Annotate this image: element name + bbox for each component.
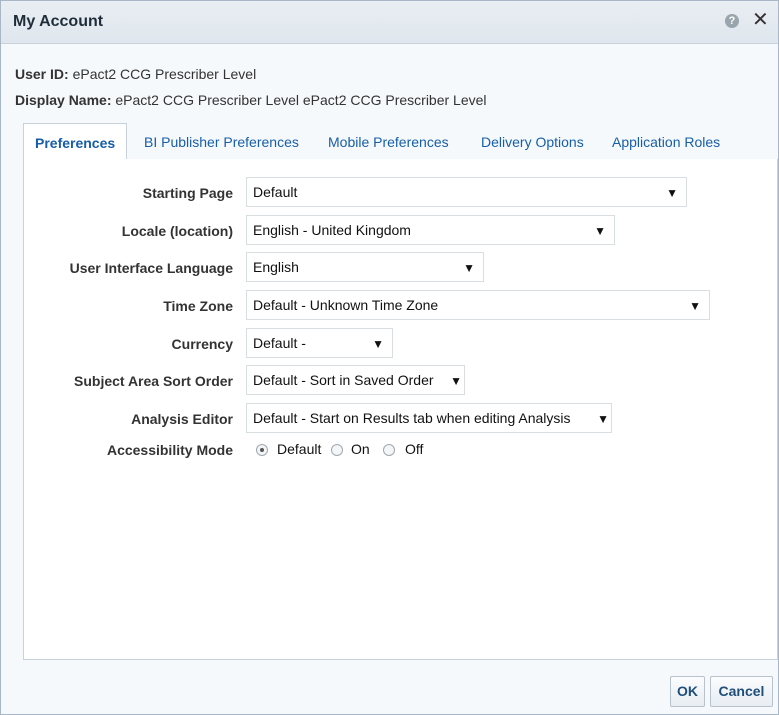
- help-icon[interactable]: ?: [725, 14, 739, 28]
- user-id-value: ePact2 CCG Prescriber Level: [72, 66, 257, 82]
- caret-down-icon: ▼: [463, 261, 475, 275]
- my-account-dialog: My Account ? ✕ User ID: ePact2 CCG Presc…: [0, 0, 779, 715]
- ui-language-select[interactable]: English ▼: [246, 252, 484, 282]
- caret-down-icon: ▼: [597, 412, 609, 426]
- tab-mobile-preferences[interactable]: Mobile Preferences: [328, 123, 449, 158]
- locale-value: English - United Kingdom: [253, 222, 411, 238]
- radio-default-label: Default: [277, 441, 322, 457]
- close-icon[interactable]: ✕: [752, 10, 769, 30]
- caret-down-icon: ▼: [666, 186, 678, 200]
- dialog-title: My Account: [13, 13, 104, 30]
- radio-off-label: Off: [405, 441, 424, 457]
- cancel-button[interactable]: Cancel: [710, 676, 773, 707]
- starting-page-select[interactable]: Default ▼: [246, 177, 687, 207]
- analysis-editor-select[interactable]: Default - Start on Results tab when edit…: [246, 403, 612, 433]
- locale-select[interactable]: English - United Kingdom ▼: [246, 215, 615, 245]
- accessibility-label: Accessibility Mode: [106, 442, 233, 458]
- tab-bar: Preferences BI Publisher Preferences Mob…: [23, 123, 777, 160]
- caret-down-icon: ▼: [594, 224, 606, 238]
- time-zone-label: Time Zone: [163, 298, 233, 314]
- locale-label: Locale (location): [121, 223, 233, 239]
- display-name-label: Display Name:: [15, 92, 112, 108]
- currency-select[interactable]: Default - ▼: [246, 328, 393, 358]
- dialog-titlebar: My Account ? ✕: [1, 1, 778, 44]
- caret-down-icon: ▼: [689, 299, 701, 313]
- ui-language-value: English: [253, 259, 299, 275]
- currency-label: Currency: [171, 336, 233, 352]
- radio-on[interactable]: [331, 444, 343, 456]
- user-id-label: User ID:: [15, 66, 69, 82]
- ui-language-label: User Interface Language: [69, 260, 233, 276]
- caret-down-icon: ▼: [450, 374, 462, 388]
- analysis-editor-label: Analysis Editor: [131, 411, 233, 427]
- caret-down-icon: ▼: [372, 337, 384, 351]
- starting-page-value: Default: [253, 184, 298, 200]
- sort-order-label: Subject Area Sort Order: [74, 373, 233, 389]
- sort-order-value: Default - Sort in Saved Order: [253, 372, 434, 388]
- starting-page-label: Starting Page: [142, 185, 233, 201]
- time-zone-select[interactable]: Default - Unknown Time Zone ▼: [246, 290, 710, 320]
- currency-value: Default -: [253, 335, 306, 351]
- display-name-value: ePact2 CCG Prescriber Level ePact2 CCG P…: [115, 92, 487, 108]
- tab-application-roles[interactable]: Application Roles: [612, 123, 720, 158]
- radio-default[interactable]: [256, 444, 268, 456]
- ok-button[interactable]: OK: [670, 676, 705, 707]
- radio-off[interactable]: [383, 444, 395, 456]
- tab-delivery-options[interactable]: Delivery Options: [481, 123, 584, 158]
- sort-order-select[interactable]: Default - Sort in Saved Order ▼: [246, 365, 465, 395]
- display-name-row: Display Name: ePact2 CCG Prescriber Leve…: [15, 92, 487, 108]
- time-zone-value: Default - Unknown Time Zone: [253, 297, 439, 313]
- tab-preferences[interactable]: Preferences: [23, 123, 128, 160]
- radio-on-label: On: [351, 441, 370, 457]
- analysis-editor-value: Default - Start on Results tab when edit…: [253, 410, 571, 426]
- user-id-row: User ID: ePact2 CCG Prescriber Level: [15, 66, 256, 82]
- tab-bi-publisher-preferences[interactable]: BI Publisher Preferences: [144, 123, 299, 158]
